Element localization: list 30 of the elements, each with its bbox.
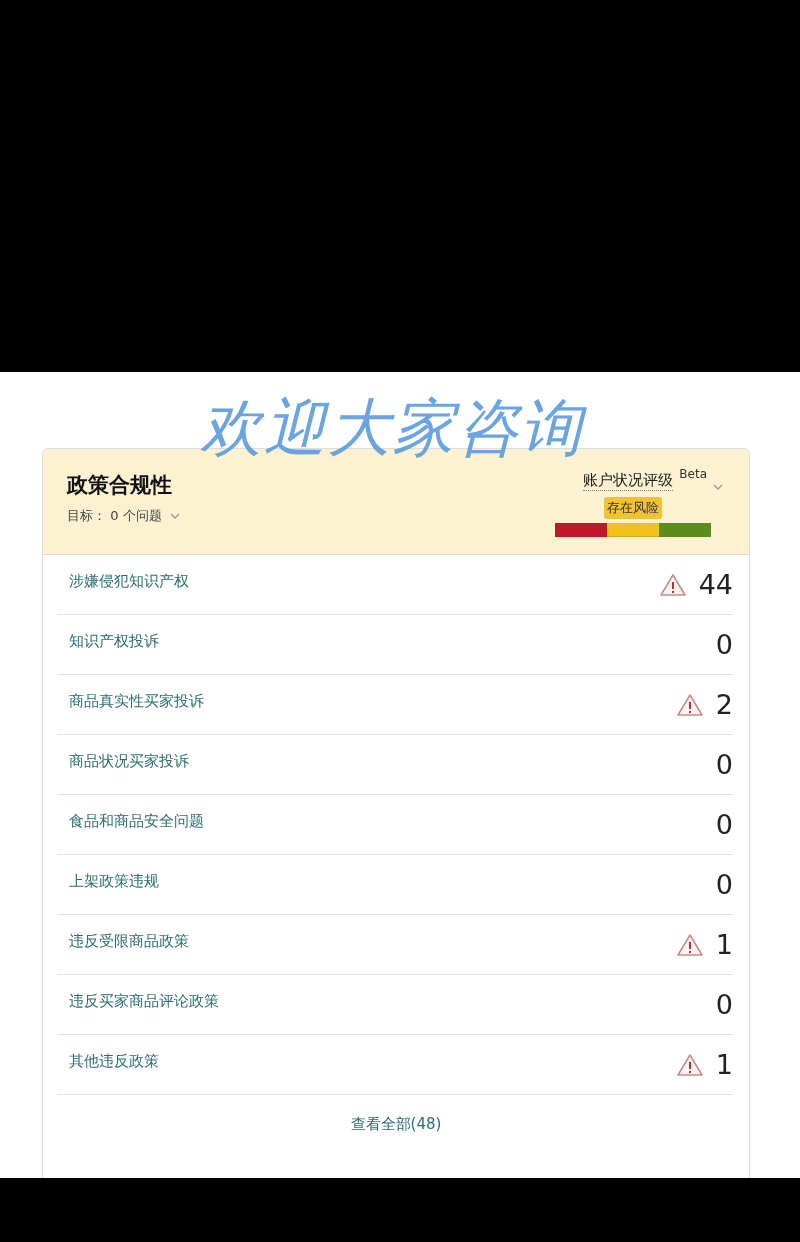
issue-count: 0 (715, 629, 733, 660)
issue-link[interactable]: 食品和商品安全问题 (69, 812, 204, 831)
warning-icon (675, 692, 704, 717)
issue-link[interactable]: 知识产权投诉 (69, 632, 159, 651)
warning-icon (675, 932, 704, 957)
issue-link[interactable]: 违反受限商品政策 (69, 932, 189, 951)
issue-count: 0 (715, 809, 733, 840)
panel-title: 政策合规性 (67, 472, 173, 499)
issue-count: 1 (715, 929, 733, 960)
issue-link[interactable]: 上架政策违规 (69, 872, 159, 891)
view-all-link[interactable]: 查看全部(48) (350, 1115, 442, 1134)
rating-label: 账户状况评级 (583, 467, 674, 491)
chevron-down-icon[interactable] (713, 484, 723, 490)
chevron-down-icon[interactable] (169, 513, 180, 519)
issue-count: 44 (698, 569, 733, 600)
target-text: 目标： 0 个问题 (67, 507, 162, 525)
issue-link[interactable]: 涉嫌侵犯知识产权 (69, 572, 189, 591)
warning-icon (658, 572, 687, 597)
issue-link[interactable]: 其他违反政策 (69, 1052, 159, 1071)
status-badge: 存在风险 (604, 497, 662, 519)
issue-count: 0 (715, 869, 733, 900)
issue-count: 0 (715, 989, 733, 1020)
issue-count: 2 (715, 689, 733, 720)
issue-link[interactable]: 商品真实性买家投诉 (69, 692, 204, 711)
warning-icon (675, 1052, 704, 1077)
beta-label: Beta (679, 467, 707, 481)
issue-link[interactable]: 商品状况买家投诉 (69, 752, 189, 771)
issue-count: 0 (715, 749, 733, 780)
issue-count: 1 (715, 1049, 733, 1080)
issue-link[interactable]: 违反买家商品评论政策 (69, 992, 219, 1011)
